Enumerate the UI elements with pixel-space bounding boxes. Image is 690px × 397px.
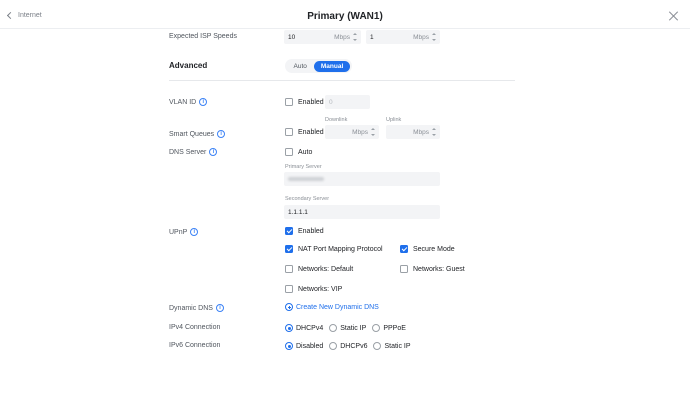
radio-icon — [329, 342, 338, 350]
ipv6-dhcpv6-radio[interactable]: DHCPv6 — [329, 342, 367, 350]
nat-pmp-checkbox[interactable]: NAT Port Mapping Protocol — [285, 245, 383, 253]
primary-server-label: Primary Server — [285, 164, 322, 170]
networks-default-checkbox[interactable]: Networks: Default — [285, 265, 353, 273]
secure-mode-checkbox[interactable]: Secure Mode — [400, 245, 455, 253]
ipv4-pppoe-radio[interactable]: PPPoE — [372, 324, 406, 332]
radio-selected-icon — [285, 342, 293, 350]
checkbox-icon — [285, 265, 293, 273]
checkbox-checked-icon — [285, 227, 293, 235]
ipv4-connection-label: IPv4 Connection — [169, 324, 221, 331]
secondary-server-input[interactable]: 1.1.1.1 — [284, 205, 440, 219]
dns-server-label: DNS Server i — [169, 148, 218, 156]
isp-download-input[interactable]: 10 Mbps — [284, 30, 361, 44]
add-circle-icon — [285, 303, 293, 311]
checkbox-icon — [400, 265, 408, 273]
redacted-value — [288, 177, 324, 181]
radio-selected-icon — [285, 324, 293, 332]
header-divider — [0, 28, 690, 29]
upnp-enabled-checkbox[interactable]: Enabled — [285, 227, 324, 235]
stepper-icon[interactable] — [371, 128, 375, 136]
advanced-auto-option[interactable]: Auto — [287, 61, 314, 72]
ipv4-connection-radio-group: DHCPv4 Static IP PPPoE — [285, 324, 406, 332]
page-title: Primary (WAN1) — [307, 11, 383, 22]
info-icon[interactable]: i — [199, 98, 208, 106]
vlan-id-input[interactable]: 0 — [325, 95, 370, 109]
ipv6-connection-label: IPv6 Connection — [169, 342, 221, 349]
info-icon[interactable]: i — [217, 130, 226, 138]
info-icon[interactable]: i — [209, 148, 218, 156]
ipv4-dhcpv4-radio[interactable]: DHCPv4 — [285, 324, 323, 332]
ipv6-static-ip-radio[interactable]: Static IP — [373, 342, 411, 350]
radio-icon — [329, 324, 338, 332]
checkbox-checked-icon — [400, 245, 408, 253]
advanced-manual-option[interactable]: Manual — [313, 60, 351, 72]
uplink-label: Uplink — [386, 117, 402, 123]
ipv6-disabled-radio[interactable]: Disabled — [285, 342, 323, 350]
close-icon[interactable] — [668, 11, 678, 21]
dynamic-dns-label: Dynamic DNS i — [169, 304, 224, 312]
smart-queues-enabled-checkbox[interactable]: Enabled — [285, 128, 324, 136]
radio-icon — [373, 342, 382, 350]
isp-speeds-label: Expected ISP Speeds — [169, 33, 237, 40]
ipv6-connection-radio-group: Disabled DHCPv6 Static IP — [285, 342, 411, 350]
smart-queues-uplink-input[interactable]: Mbps — [386, 125, 440, 139]
vlan-enabled-checkbox[interactable]: Enabled — [285, 98, 324, 106]
downlink-label: Downlink — [325, 117, 348, 123]
checkbox-icon — [285, 128, 293, 136]
stepper-icon[interactable] — [353, 33, 357, 41]
primary-server-input[interactable] — [284, 172, 440, 186]
vlan-label: VLAN ID i — [169, 98, 208, 106]
info-icon[interactable]: i — [190, 228, 199, 236]
networks-vip-checkbox[interactable]: Networks: VIP — [285, 285, 342, 293]
create-dynamic-dns-link[interactable]: Create New Dynamic DNS — [285, 303, 379, 311]
advanced-mode-toggle[interactable]: Auto Manual — [285, 59, 352, 73]
radio-icon — [372, 324, 381, 332]
networks-guest-checkbox[interactable]: Networks: Guest — [400, 265, 465, 273]
smart-queues-label: Smart Queues i — [169, 130, 226, 138]
upnp-label: UPnP i — [169, 228, 199, 236]
ipv4-static-ip-radio[interactable]: Static IP — [329, 324, 366, 332]
checkbox-icon — [285, 98, 293, 106]
info-icon[interactable]: i — [215, 304, 224, 312]
checkbox-icon — [285, 285, 293, 293]
section-divider — [169, 80, 515, 81]
advanced-heading: Advanced — [169, 61, 208, 70]
stepper-icon[interactable] — [432, 128, 436, 136]
checkbox-checked-icon — [285, 245, 293, 253]
smart-queues-downlink-input[interactable]: Mbps — [325, 125, 379, 139]
secondary-server-label: Secondary Server — [285, 196, 330, 202]
stepper-icon[interactable] — [432, 33, 436, 41]
isp-upload-input[interactable]: 1 Mbps — [366, 30, 440, 44]
checkbox-icon — [285, 148, 293, 156]
dns-auto-checkbox[interactable]: Auto — [285, 148, 312, 156]
